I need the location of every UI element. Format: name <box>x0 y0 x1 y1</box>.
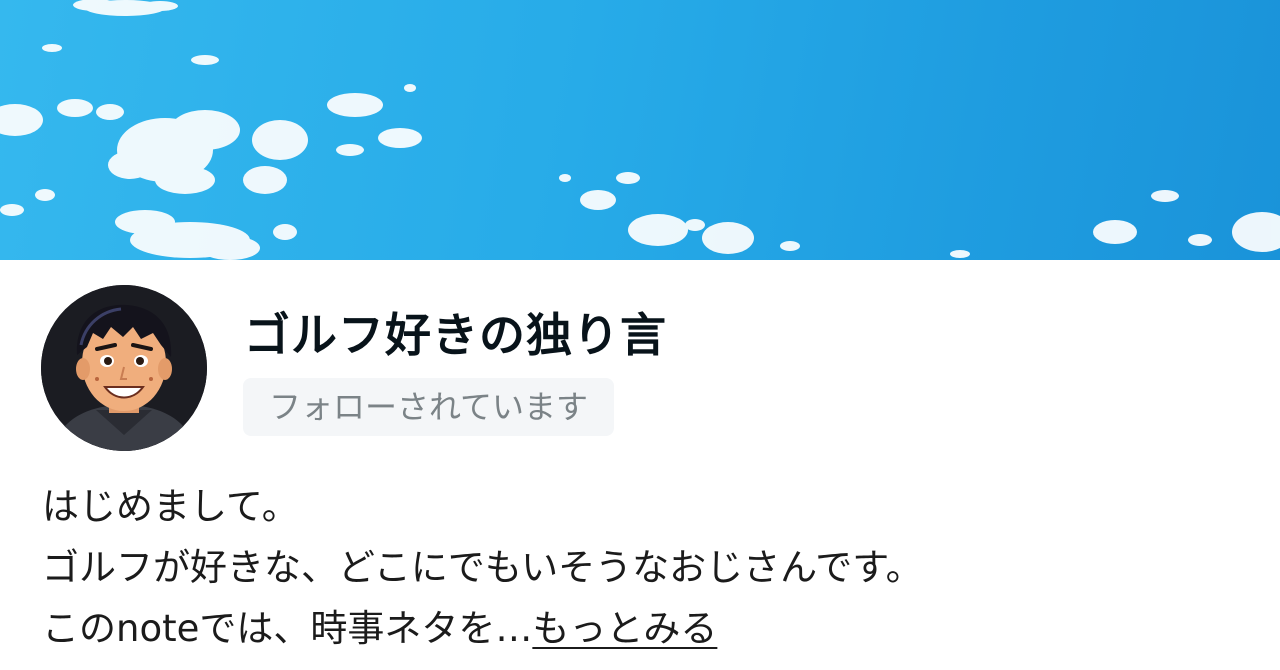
avatar[interactable] <box>41 285 207 451</box>
header-image <box>0 0 1280 260</box>
bio-line-last: このnoteでは、時事ネタを…もっとみる <box>42 598 1242 659</box>
creator-name[interactable]: ゴルフ好きの独り言 <box>244 306 667 364</box>
follow-status-badge: フォローされています <box>243 378 615 436</box>
creator-profile-page: ゴルフ好きの独り言 フォローされています はじめまして。 ゴルフが好きな、どこに… <box>0 0 1280 670</box>
cartoon-man-avatar-icon <box>41 285 207 451</box>
profile-section: ゴルフ好きの独り言 フォローされています はじめまして。 ゴルフが好きな、どこに… <box>0 260 1280 670</box>
bio-line-text: このnoteでは、時事ネタを… <box>42 607 533 650</box>
bio-line: ゴルフが好きな、どこにでもいそうなおじさんです。 <box>42 546 923 589</box>
show-more-link[interactable]: もっとみる <box>532 607 717 650</box>
sky-clouds-illustration <box>0 0 1280 260</box>
profile-bio: はじめまして。 ゴルフが好きな、どこにでもいそうなおじさんです。 このnoteで… <box>42 476 1242 659</box>
bio-line: はじめまして。 <box>42 485 299 528</box>
